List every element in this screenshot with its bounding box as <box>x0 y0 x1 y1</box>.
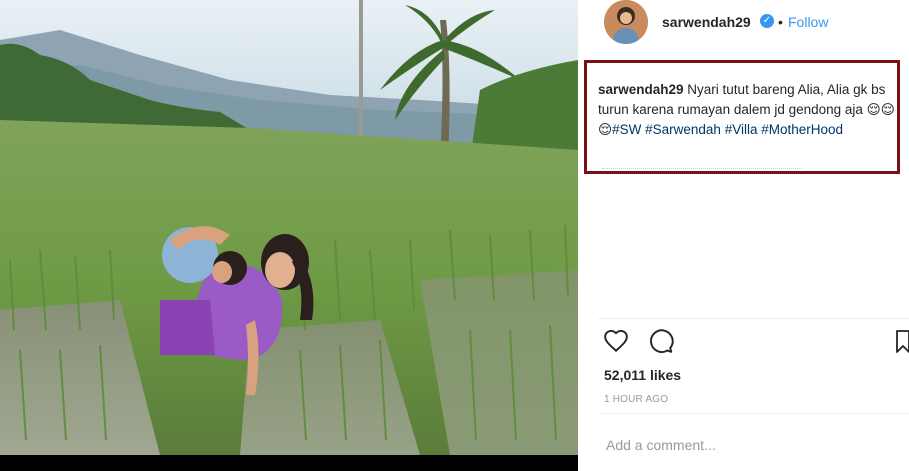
post-timestamp[interactable]: 1 HOUR AGO <box>604 394 668 405</box>
hashtag-link[interactable]: #Villa <box>725 122 758 137</box>
username-link[interactable]: sarwendah29 <box>662 14 751 30</box>
bottom-bar <box>0 455 578 471</box>
hashtag-link[interactable]: #SW <box>612 122 641 137</box>
add-comment-input[interactable] <box>604 436 878 454</box>
divider <box>598 318 909 319</box>
caption-overflow <box>602 168 802 173</box>
post-header: sarwendah29 ✓ • Follow <box>578 0 909 48</box>
caption-username-link[interactable]: sarwendah29 <box>598 82 684 97</box>
avatar[interactable] <box>604 0 648 44</box>
divider <box>598 413 909 414</box>
avatar-image <box>604 0 648 44</box>
header-separator: • <box>778 14 783 30</box>
heart-icon[interactable] <box>603 328 629 359</box>
comment-icon[interactable] <box>648 328 674 359</box>
likes-count[interactable]: 52,011 likes <box>604 367 681 383</box>
rice-field-photo <box>0 0 578 455</box>
more-options-icon[interactable]: ⋮ <box>902 436 909 456</box>
follow-button[interactable]: Follow <box>788 14 828 30</box>
hashtag-link[interactable]: #Sarwendah <box>645 122 721 137</box>
post-photo[interactable] <box>0 0 578 455</box>
hashtag-link[interactable]: #MotherHood <box>761 122 843 137</box>
post-caption: sarwendah29 Nyari tutut bareng Alia, Ali… <box>598 80 898 140</box>
verified-badge-icon: ✓ <box>760 14 774 28</box>
post-side-panel: sarwendah29 ✓ • Follow sarwendah29 Nyari… <box>578 0 909 471</box>
bookmark-icon[interactable] <box>896 330 909 359</box>
